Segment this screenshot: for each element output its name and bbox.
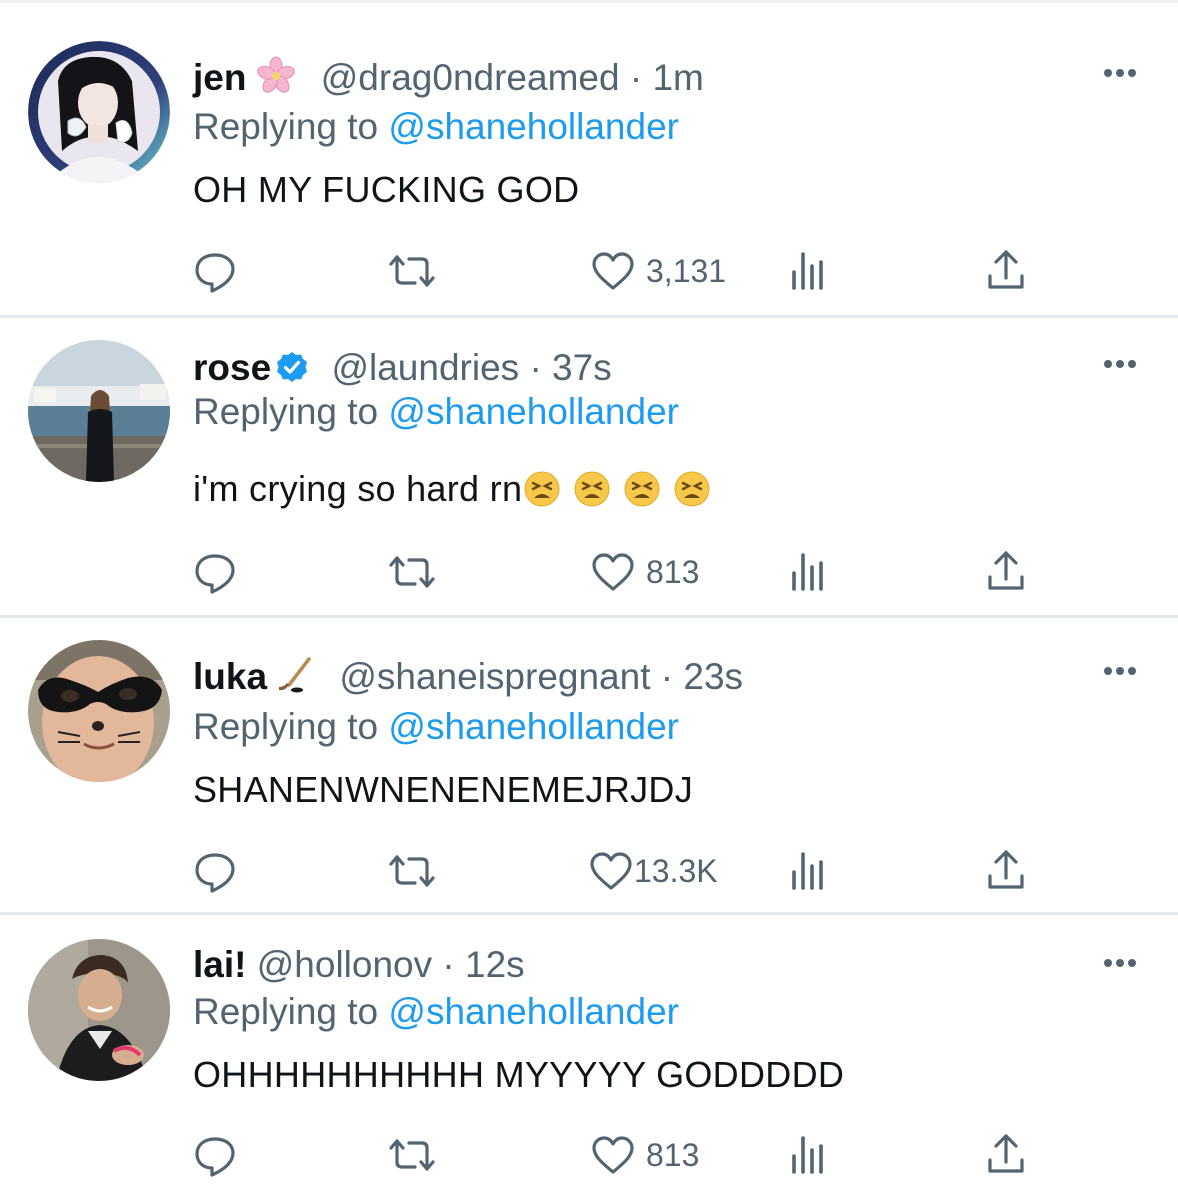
like-count: 813	[646, 554, 700, 590]
replying-to-mention[interactable]: @shanehollander	[388, 706, 679, 747]
tired-face-emoji	[560, 468, 610, 509]
reply-icon[interactable]	[193, 1130, 237, 1180]
tweet-actions: 813	[0, 547, 1178, 597]
tweet-header: jen @drag0ndreamed · 1m	[193, 56, 704, 100]
tweet-header: lai! @hollonov · 12s	[193, 943, 525, 987]
reply-icon[interactable]	[193, 846, 237, 896]
analytics-icon[interactable]	[786, 246, 830, 296]
handle[interactable]: @laundries	[331, 347, 519, 388]
like-icon[interactable]	[588, 846, 634, 896]
analytics-icon[interactable]	[786, 1130, 830, 1180]
hockey-stick-icon	[279, 657, 311, 693]
retweet-icon[interactable]	[385, 246, 439, 296]
display-name[interactable]: lai!	[193, 944, 246, 985]
timestamp[interactable]: 1m	[652, 57, 703, 98]
tweet-actions: 3,131	[0, 246, 1178, 296]
tired-face-emoji	[524, 468, 560, 509]
tweet-actions: 13.3K	[0, 846, 1178, 896]
separator-dot: ·	[529, 347, 542, 388]
like-icon[interactable]	[590, 246, 636, 296]
share-icon[interactable]	[984, 1130, 1028, 1180]
replying-to-mention[interactable]: @shanehollander	[388, 106, 679, 147]
like-count: 13.3K	[634, 853, 718, 889]
timestamp[interactable]: 12s	[465, 944, 525, 985]
tweet-text: i'm crying so hard rn	[193, 468, 523, 509]
like-count: 813	[646, 1137, 700, 1173]
display-name[interactable]: jen	[193, 57, 246, 98]
more-dots-icon	[1104, 959, 1112, 967]
separator-dot: ·	[629, 57, 643, 98]
like-icon[interactable]	[590, 1130, 636, 1180]
tweet-2[interactable]: rose @laundries · 37s Replying to @shane…	[0, 318, 1178, 616]
more-options-button[interactable]	[1100, 358, 1140, 370]
replying-to-mention[interactable]: @shanehollander	[388, 991, 679, 1032]
replying-to: Replying to @shanehollander	[193, 106, 679, 147]
like-count: 3,131	[646, 253, 727, 289]
share-icon[interactable]	[984, 547, 1028, 597]
reply-icon[interactable]	[193, 547, 237, 597]
avatar[interactable]	[28, 340, 170, 482]
more-options-button[interactable]	[1100, 665, 1140, 677]
timestamp[interactable]: 37s	[552, 347, 612, 388]
tweet-header: rose @laundries · 37s	[193, 346, 612, 390]
retweet-icon[interactable]	[385, 1130, 439, 1180]
more-options-button[interactable]	[1100, 957, 1140, 969]
share-icon[interactable]	[984, 846, 1028, 896]
more-dots-icon	[1104, 69, 1112, 77]
separator-dot: ·	[442, 944, 455, 985]
tweet-actions: 813	[0, 1130, 1178, 1180]
handle[interactable]: @shaneispregnant	[339, 656, 650, 697]
replying-to-mention[interactable]: @shanehollander	[388, 391, 679, 432]
more-dots-icon	[1104, 360, 1112, 368]
retweet-icon[interactable]	[385, 846, 439, 896]
tweet-4[interactable]: lai! @hollonov · 12s Replying to @shaneh…	[0, 915, 1178, 1200]
retweet-icon[interactable]	[385, 547, 439, 597]
analytics-icon[interactable]	[786, 547, 830, 597]
separator-dot: ·	[660, 656, 674, 697]
tweet-text: OHHHHHHHHHH MYYYYY GODDDDD	[193, 1054, 845, 1095]
tweet-text: OH MY FUCKING GOD	[193, 169, 580, 210]
share-icon[interactable]	[984, 246, 1028, 296]
verified-badge-icon	[277, 352, 308, 382]
handle[interactable]: @hollonov	[257, 944, 432, 985]
display-name[interactable]: luka	[193, 656, 267, 697]
tired-face-emoji	[610, 468, 660, 509]
tweet-header: luka @shaneispregnant · 23s	[193, 655, 743, 699]
more-dots-icon	[1104, 667, 1112, 675]
tweet-text: SHANENWNENENEMEJRJDJ	[193, 769, 694, 810]
more-options-button[interactable]	[1100, 67, 1140, 79]
tweet-1[interactable]: jen @drag0ndreamed · 1m Replying to @sha…	[0, 0, 1178, 316]
reply-icon[interactable]	[193, 246, 237, 296]
tweet-3[interactable]: luka @shaneispregnant · 23s Replying to …	[0, 618, 1178, 914]
replying-to: Replying to @shanehollander	[193, 391, 679, 432]
like-icon[interactable]	[590, 547, 636, 597]
avatar[interactable]	[28, 41, 170, 183]
replying-to: Replying to @shanehollander	[193, 991, 679, 1032]
display-name[interactable]: rose	[193, 347, 271, 388]
timestamp[interactable]: 23s	[683, 656, 743, 697]
tired-face-emoji	[660, 468, 710, 509]
analytics-icon[interactable]	[786, 846, 830, 896]
avatar[interactable]	[28, 640, 170, 782]
tweet-text-row: i'm crying so hard rn	[193, 467, 710, 511]
cherry-blossom-icon	[257, 56, 296, 93]
replying-to: Replying to @shanehollander	[193, 706, 679, 747]
handle[interactable]: @drag0ndreamed	[321, 57, 620, 98]
avatar[interactable]	[28, 939, 170, 1081]
